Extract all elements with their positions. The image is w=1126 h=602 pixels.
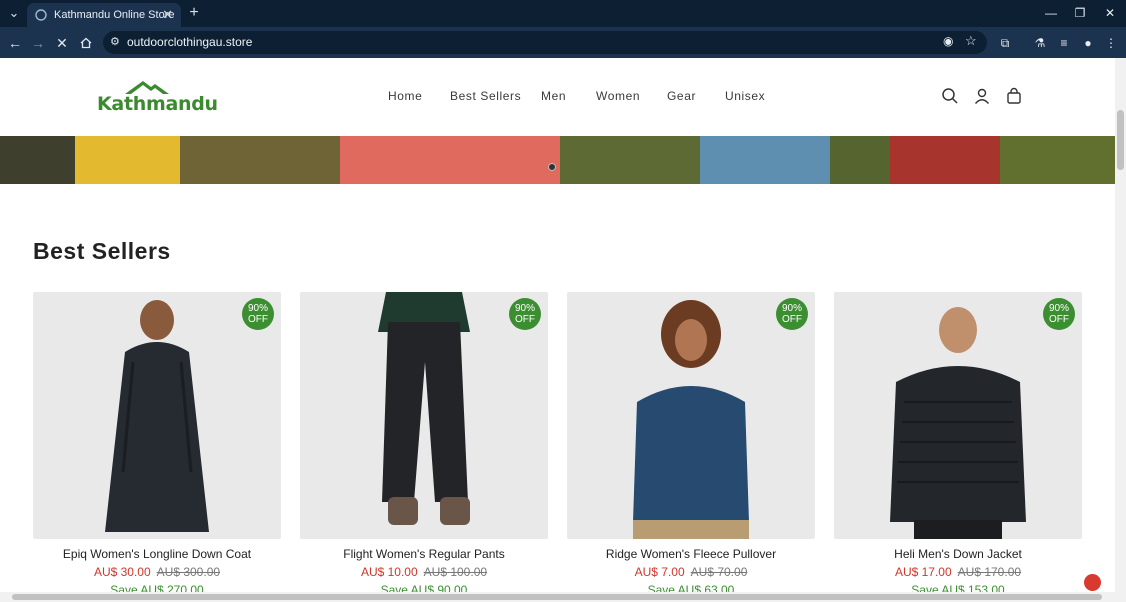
nav-best-sellers[interactable]: Best Sellers xyxy=(450,89,521,103)
eye-off-icon[interactable]: ◉ xyxy=(943,34,953,48)
nav-men[interactable]: Men xyxy=(541,89,566,103)
mountain-logo-icon xyxy=(125,81,169,94)
restore-icon[interactable]: ❐ xyxy=(1069,4,1091,22)
compare-price: AU$ 70.00 xyxy=(690,565,748,579)
discount-badge: 90% OFF xyxy=(776,298,808,330)
account-icon[interactable] xyxy=(973,87,991,105)
section-title: Best Sellers xyxy=(33,238,171,264)
browser-tab[interactable]: Kathmandu Online Store ✕ xyxy=(27,3,181,27)
search-icon[interactable] xyxy=(941,87,959,105)
savings-text: Save AU$ 270.00 xyxy=(110,583,204,592)
product-image[interactable]: 90% OFF xyxy=(300,292,548,539)
close-tab-icon[interactable]: ✕ xyxy=(162,7,173,23)
site-info-icon[interactable]: ⚙ xyxy=(110,35,120,48)
product-image[interactable]: 90% OFF xyxy=(567,292,815,539)
web-page: Kathmandu Home Best Sellers Men Women Ge… xyxy=(0,58,1115,592)
nav-home[interactable]: Home xyxy=(388,89,422,103)
minimize-icon[interactable]: — xyxy=(1040,4,1062,22)
address-bar[interactable]: ⚙ outdoorclothingau.store ◉ ☆ xyxy=(103,31,987,54)
compare-price: AU$ 170.00 xyxy=(957,565,1022,579)
horizontal-scrollbar[interactable] xyxy=(0,592,1126,602)
back-icon[interactable]: ← xyxy=(5,33,25,53)
savings-text: Save AU$ 63.00 xyxy=(647,583,735,592)
vertical-scroll-thumb[interactable] xyxy=(1117,110,1124,170)
bookmark-star-icon[interactable]: ☆ xyxy=(965,33,977,49)
cart-bag-icon[interactable] xyxy=(1005,87,1023,105)
site-header: Kathmandu Home Best Sellers Men Women Ge… xyxy=(0,58,1115,136)
product-prices: AU$ 7.00 AU$ 70.00 xyxy=(567,565,815,579)
vertical-scrollbar[interactable] xyxy=(1115,58,1126,592)
extensions-icon[interactable]: ⧉ xyxy=(995,33,1015,53)
product-image[interactable]: 90% OFF xyxy=(33,292,281,539)
product-prices: AU$ 17.00 AU$ 170.00 xyxy=(834,565,1082,579)
site-logo[interactable]: Kathmandu xyxy=(97,80,218,116)
sale-price: AU$ 7.00 xyxy=(634,565,685,579)
compare-price: AU$ 100.00 xyxy=(423,565,488,579)
product-name[interactable]: Flight Women's Regular Pants xyxy=(300,547,548,561)
home-icon[interactable] xyxy=(76,33,96,53)
menu-icon[interactable]: ⋮ xyxy=(1101,33,1121,53)
product-prices: AU$ 30.00 AU$ 300.00 xyxy=(33,565,281,579)
product-name[interactable]: Ridge Women's Fleece Pullover xyxy=(567,547,815,561)
nav-unisex[interactable]: Unisex xyxy=(725,89,765,103)
product-image[interactable]: 90% OFF xyxy=(834,292,1082,539)
new-tab-icon[interactable]: + xyxy=(184,4,204,22)
profile-icon[interactable]: ● xyxy=(1078,33,1098,53)
tab-title: Kathmandu Online Store xyxy=(54,9,175,21)
discount-badge: 90% OFF xyxy=(242,298,274,330)
close-window-icon[interactable]: ✕ xyxy=(1099,4,1121,22)
compare-price: AU$ 300.00 xyxy=(156,565,221,579)
carousel-dot[interactable] xyxy=(548,163,556,171)
sale-price: AU$ 17.00 xyxy=(894,565,952,579)
discount-badge: 90% OFF xyxy=(509,298,541,330)
product-name[interactable]: Epiq Women's Longline Down Coat xyxy=(33,547,281,561)
product-name[interactable]: Heli Men's Down Jacket xyxy=(834,547,1082,561)
chat-widget-icon[interactable] xyxy=(1084,574,1101,591)
discount-badge: 90% OFF xyxy=(1043,298,1075,330)
site-favicon-icon xyxy=(35,9,47,21)
browser-tab-strip: ⌄ Kathmandu Online Store ✕ + — ❐ ✕ xyxy=(0,0,1126,27)
nav-women[interactable]: Women xyxy=(596,89,640,103)
savings-text: Save AU$ 90.00 xyxy=(380,583,468,592)
horizontal-scroll-thumb[interactable] xyxy=(12,594,1102,600)
tab-search-icon[interactable]: ⌄ xyxy=(4,4,24,22)
logo-text: Kathmandu xyxy=(97,93,218,115)
stop-loading-icon[interactable]: ✕ xyxy=(52,33,72,53)
sale-price: AU$ 30.00 xyxy=(93,565,151,579)
sale-price: AU$ 10.00 xyxy=(360,565,418,579)
forward-icon[interactable]: → xyxy=(28,33,48,53)
labs-icon[interactable]: ⚗ xyxy=(1030,33,1050,53)
media-icon[interactable]: ≡ xyxy=(1054,33,1074,53)
browser-toolbar: ← → ✕ ⚙ outdoorclothingau.store ◉ ☆ ⧉ ⚗ … xyxy=(0,27,1126,58)
hero-banner-image xyxy=(0,136,1115,184)
product-prices: AU$ 10.00 AU$ 100.00 xyxy=(300,565,548,579)
nav-gear[interactable]: Gear xyxy=(667,89,696,103)
savings-text: Save AU$ 153.00 xyxy=(911,583,1005,592)
url-text: outdoorclothingau.store xyxy=(127,35,253,49)
